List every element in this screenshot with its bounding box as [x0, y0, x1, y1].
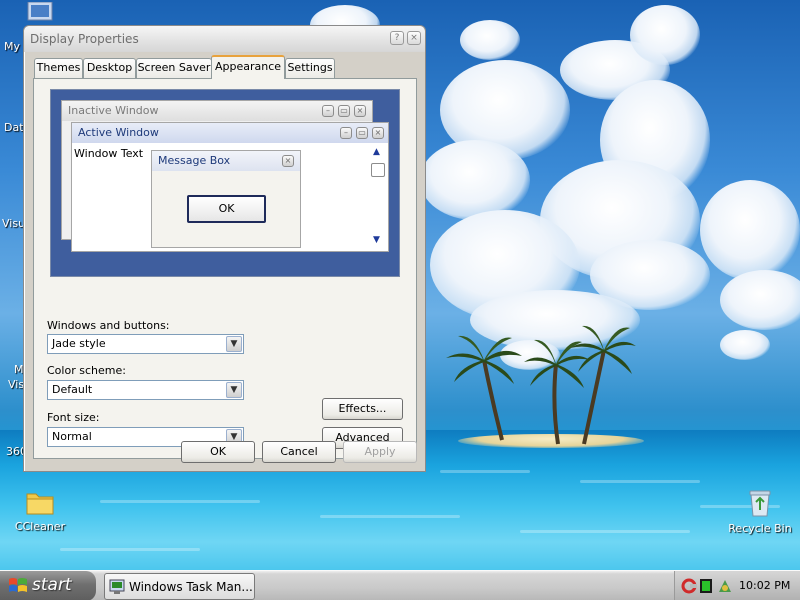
maximize-icon: ▭: [338, 105, 350, 117]
cloud: [590, 240, 710, 310]
wave: [520, 530, 690, 533]
start-button[interactable]: start: [0, 571, 96, 600]
system-tray: 10:02 PM: [674, 571, 800, 600]
cloud: [630, 5, 700, 65]
task-manager-tray-icon[interactable]: [699, 578, 713, 594]
preview-scrollbar: ▲ ▼: [370, 145, 386, 249]
chevron-down-icon[interactable]: ▼: [226, 382, 242, 398]
color-scheme-select[interactable]: Default ▼: [47, 380, 244, 400]
windows-buttons-select[interactable]: Jade style ▼: [47, 334, 244, 354]
close-button[interactable]: ×: [407, 31, 421, 45]
cancel-button[interactable]: Cancel: [262, 441, 336, 463]
cloud: [700, 180, 800, 280]
recycle-bin-label: Recycle Bin: [728, 522, 792, 535]
minimize-icon: –: [340, 127, 352, 139]
wave: [60, 548, 200, 551]
effects-button[interactable]: Effects...: [322, 398, 403, 420]
apply-button[interactable]: Apply: [343, 441, 417, 463]
appearance-preview: Inactive Window – ▭ × Active Window – ▭ …: [50, 89, 400, 277]
desktop-icon-label-cut: Dat: [4, 121, 24, 134]
palm-tree: [570, 325, 636, 445]
network-tray-icon[interactable]: [717, 578, 733, 594]
wave: [320, 515, 460, 518]
wave: [580, 480, 700, 483]
appearance-tab-panel: Inactive Window – ▭ × Active Window – ▭ …: [33, 78, 417, 459]
title-bar[interactable]: Display Properties ? ×: [24, 26, 425, 52]
close-icon: ×: [354, 105, 366, 117]
scroll-up-arrow-icon: ▲: [373, 147, 380, 157]
color-scheme-value: Default: [52, 383, 93, 396]
font-size-label: Font size:: [47, 411, 100, 424]
ccleaner-label: CCleaner: [14, 520, 66, 533]
windows-logo-icon: [9, 578, 27, 592]
cloud: [420, 140, 530, 220]
ccleaner-desktop-icon[interactable]: CCleaner: [0, 490, 80, 533]
tab-screen-saver[interactable]: Screen Saver: [136, 58, 212, 78]
maximize-icon: ▭: [356, 127, 368, 139]
preview-window-text: Window Text: [74, 147, 144, 160]
recycle-bin-icon: [749, 490, 771, 517]
font-size-value: Normal: [52, 430, 92, 443]
window-title: Display Properties: [30, 32, 139, 46]
help-button[interactable]: ?: [390, 31, 404, 45]
tab-desktop[interactable]: Desktop: [83, 58, 136, 78]
recycle-bin-desktop-icon[interactable]: Recycle Bin: [720, 488, 800, 535]
close-icon: ×: [282, 155, 294, 167]
task-manager-icon: [109, 579, 125, 594]
preview-ok-button: OK: [187, 195, 266, 223]
desktop-icon-label-cut: Visu: [2, 217, 26, 230]
preview-message-box: Message Box × OK: [151, 150, 301, 248]
taskbar: start Windows Task Man... 10:02 PM: [0, 570, 800, 600]
wave: [100, 500, 260, 503]
chevron-down-icon[interactable]: ▼: [226, 336, 242, 352]
start-label: start: [32, 575, 72, 595]
windows-buttons-label: Windows and buttons:: [47, 319, 170, 332]
preview-message-title: Message Box: [152, 151, 300, 171]
taskbar-item-task-manager[interactable]: Windows Task Man...: [104, 573, 255, 600]
ok-button[interactable]: OK: [181, 441, 255, 463]
tab-appearance[interactable]: Appearance: [211, 55, 285, 79]
tab-settings[interactable]: Settings: [285, 58, 335, 78]
tab-themes[interactable]: Themes: [34, 58, 83, 78]
scroll-down-arrow-icon: ▼: [373, 235, 380, 245]
scroll-thumb: [371, 163, 385, 177]
cloud: [720, 330, 770, 360]
cloud: [460, 20, 520, 60]
minimize-icon: –: [322, 105, 334, 117]
taskbar-item-label: Windows Task Man...: [129, 580, 253, 594]
cloud: [720, 270, 800, 330]
wave: [440, 470, 530, 473]
windows-buttons-value: Jade style: [52, 337, 106, 350]
color-scheme-label: Color scheme:: [47, 364, 126, 377]
desktop-icon-label-cut: My: [4, 40, 21, 53]
display-properties-window: Display Properties ? × Themes Desktop Sc…: [23, 25, 426, 472]
monitor-icon: [27, 2, 53, 21]
palm-tree: [446, 335, 522, 441]
ccleaner-tray-icon[interactable]: [681, 578, 697, 594]
close-icon: ×: [372, 127, 384, 139]
clock[interactable]: 10:02 PM: [739, 579, 790, 592]
folder-icon: [26, 493, 54, 515]
